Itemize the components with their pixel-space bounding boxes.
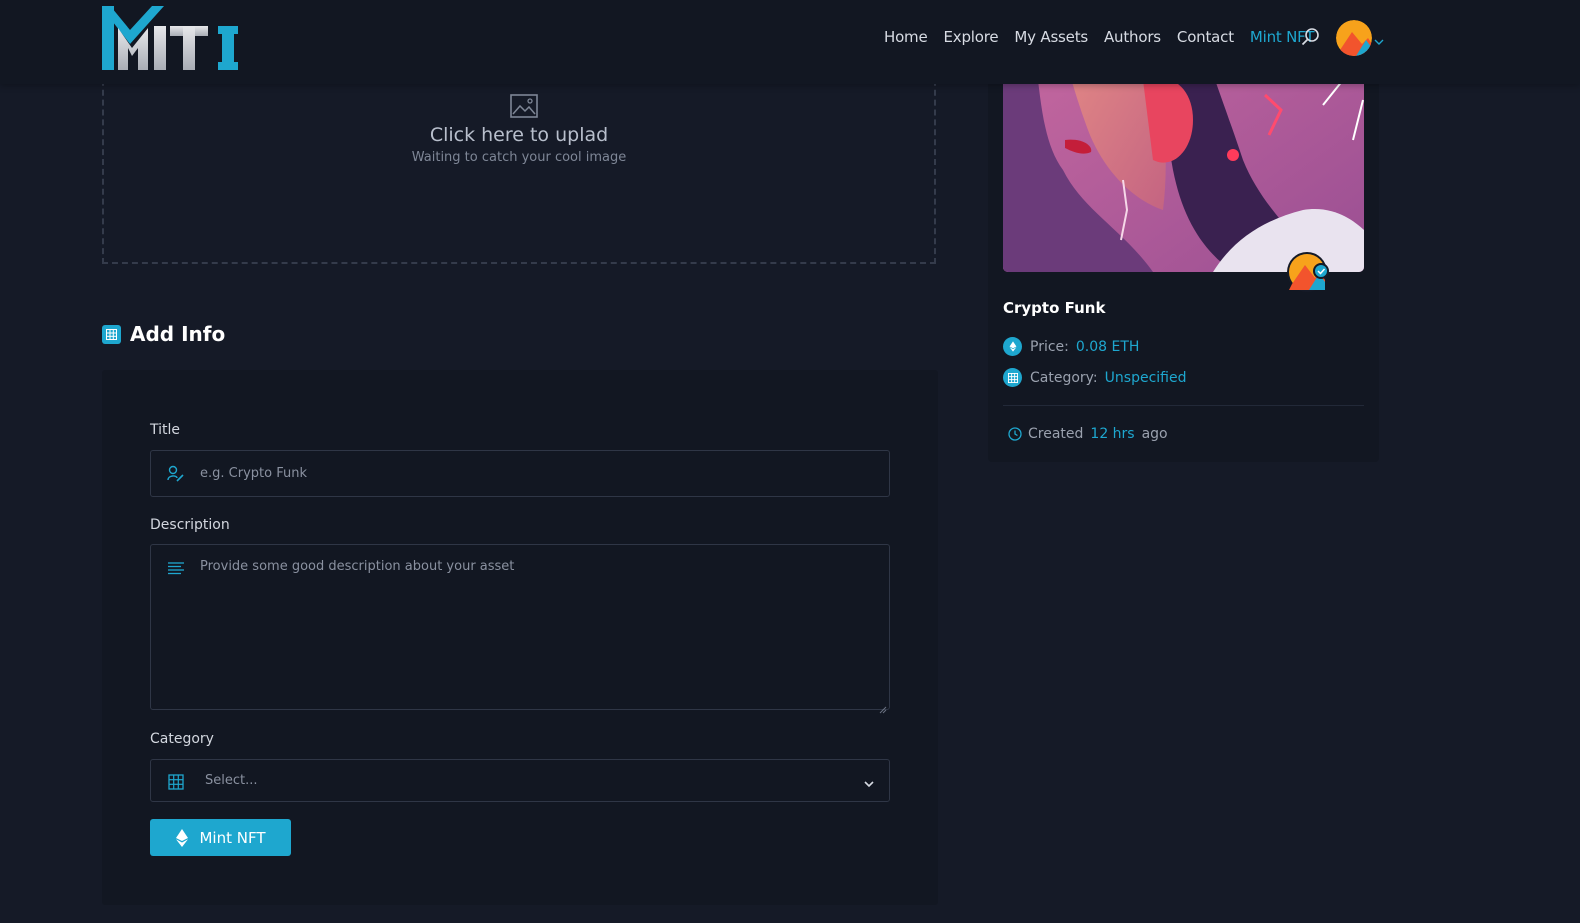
- add-info-form: Title e.g. Crypto Funk Description Provi…: [102, 370, 938, 905]
- price-value: 0.08 ETH: [1075, 338, 1140, 355]
- nav-explore[interactable]: Explore: [944, 28, 999, 46]
- ethereum-icon: [175, 828, 189, 847]
- ethereum-icon: [1003, 337, 1022, 356]
- price-row: Price: 0.08 ETH: [1003, 337, 1139, 356]
- title-label: Title: [150, 422, 181, 438]
- user-edit-icon: [167, 465, 185, 483]
- created-label: Created: [1028, 426, 1084, 442]
- category-select[interactable]: Select...: [150, 759, 890, 802]
- image-icon: [510, 94, 538, 118]
- divider: [1003, 405, 1364, 406]
- section-title: Add Info: [130, 322, 226, 346]
- nav-contact[interactable]: Contact: [1177, 28, 1234, 46]
- grid-icon: [167, 773, 185, 791]
- price-label: Price:: [1030, 338, 1069, 355]
- resize-handle-icon[interactable]: [879, 699, 887, 714]
- grid-icon: [102, 324, 121, 344]
- created-suffix: ago: [1141, 426, 1168, 442]
- description-placeholder: Provide some good description about your…: [200, 559, 515, 574]
- mint-nft-button-label: Mint NFT: [199, 828, 266, 847]
- nav-authors[interactable]: Authors: [1104, 28, 1161, 46]
- avatar[interactable]: [1336, 20, 1372, 56]
- nav-links: Home Explore My Assets Authors Contact M…: [884, 28, 1330, 46]
- section-heading: Add Info: [102, 322, 225, 346]
- category-label: Category: [150, 731, 214, 747]
- chevron-down-icon[interactable]: [863, 775, 875, 788]
- clock-icon: [1008, 427, 1022, 441]
- nav-my-assets[interactable]: My Assets: [1014, 28, 1088, 46]
- search-icon[interactable]: [1300, 26, 1322, 48]
- description-field[interactable]: Provide some good description about your…: [150, 544, 890, 714]
- align-left-icon: [167, 560, 185, 578]
- nft-title: Crypto Funk: [1003, 299, 1106, 317]
- title-field[interactable]: e.g. Crypto Funk: [150, 450, 890, 497]
- mint-nft-button[interactable]: Mint NFT: [150, 819, 291, 856]
- navbar: Home Explore My Assets Authors Contact M…: [0, 0, 1580, 84]
- user-menu[interactable]: [1336, 20, 1386, 56]
- created-row: Created 12 hrs ago: [1008, 426, 1175, 442]
- category-value: Unspecified: [1104, 369, 1187, 386]
- image-upload-dropzone[interactable]: Click here to uplad Waiting to catch you…: [102, 60, 936, 264]
- nav-home[interactable]: Home: [884, 28, 928, 46]
- upload-subtitle: Waiting to catch your cool image: [411, 150, 627, 165]
- upload-title: Click here to uplad: [429, 124, 609, 146]
- category-selected-value: Select...: [205, 773, 258, 788]
- description-label: Description: [150, 517, 230, 533]
- category-label: Category:: [1030, 369, 1098, 386]
- title-placeholder: e.g. Crypto Funk: [200, 466, 307, 481]
- created-value: 12 hrs: [1090, 426, 1135, 442]
- brand-logo[interactable]: [100, 4, 244, 72]
- chevron-down-icon: [1374, 32, 1384, 45]
- owner-avatar[interactable]: [1287, 250, 1331, 294]
- grid-icon: [1003, 368, 1022, 387]
- category-row: Category: Unspecified: [1003, 368, 1186, 387]
